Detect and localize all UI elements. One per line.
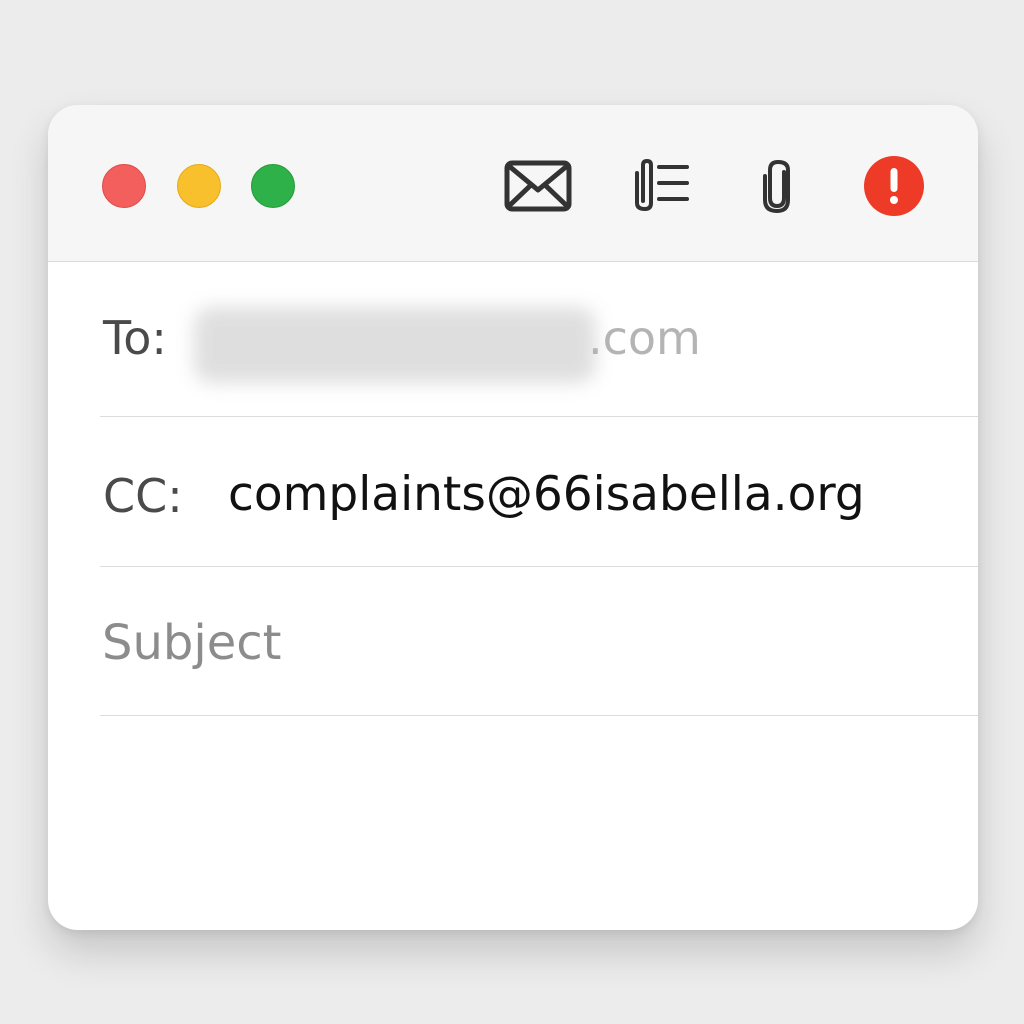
redacted-address — [194, 307, 596, 383]
envelope-icon — [504, 160, 572, 212]
to-field[interactable]: .com — [194, 305, 834, 385]
minimize-button[interactable] — [177, 164, 221, 208]
send-mail-button[interactable] — [500, 155, 576, 217]
format-list-icon — [635, 159, 689, 212]
to-domain-suffix: .com — [588, 311, 701, 365]
close-button[interactable] — [102, 164, 146, 208]
priority-button[interactable] — [860, 155, 928, 217]
attach-button[interactable] — [753, 155, 803, 217]
title-bar — [48, 105, 978, 262]
to-field-row: To: .com — [100, 261, 978, 417]
cc-field[interactable]: complaints@66isabella.org — [228, 467, 963, 522]
alert-icon — [864, 156, 924, 216]
format-list-button[interactable] — [628, 155, 694, 217]
compose-window: To: .com CC: complaints@66isabella.org — [48, 105, 978, 930]
subject-field-row — [100, 567, 978, 716]
to-label: To: — [103, 311, 167, 365]
subject-input[interactable] — [102, 605, 962, 681]
paperclip-icon — [763, 159, 790, 214]
message-body[interactable] — [100, 716, 978, 930]
zoom-button[interactable] — [251, 164, 295, 208]
cc-label: CC: — [103, 469, 183, 523]
cc-field-row: CC: complaints@66isabella.org — [100, 417, 978, 567]
